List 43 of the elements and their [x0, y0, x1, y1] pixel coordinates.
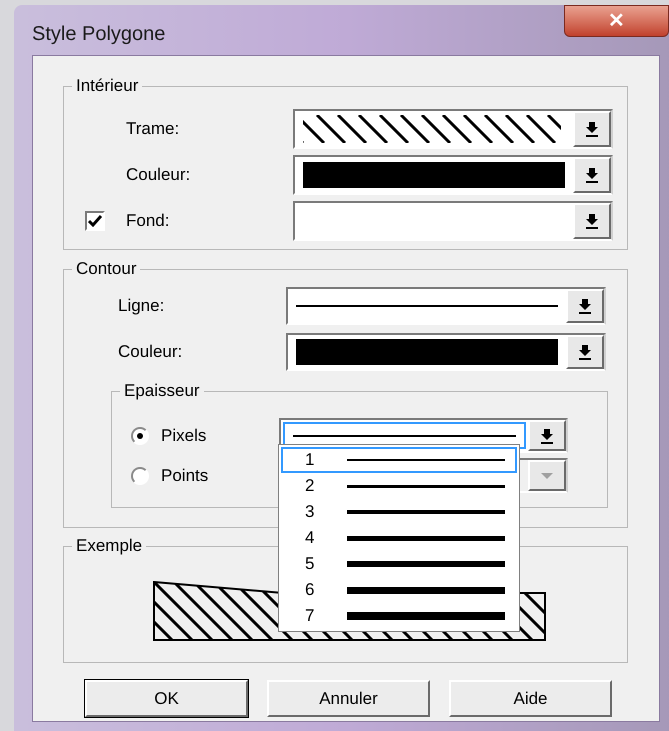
thickness-option[interactable]: 3 [281, 499, 517, 525]
dropdown-field[interactable] [293, 109, 613, 149]
option-label: Pixels [161, 424, 206, 447]
down-arrow-icon [585, 167, 599, 183]
group-legend: Contour [72, 259, 140, 279]
field-label: Fond: [126, 211, 170, 230]
dropdown-field[interactable] [293, 155, 613, 195]
down-arrow-icon [540, 428, 554, 444]
field-label: Couleur: [126, 165, 190, 184]
group-legend: Epaisseur [120, 381, 204, 401]
group-legend: Intérieur [72, 76, 142, 96]
checkbox[interactable] [85, 211, 105, 231]
window-title: Style Polygone [32, 22, 166, 47]
checkmark-icon [88, 215, 102, 227]
dialog-button[interactable]: Aide [449, 680, 612, 717]
dropdown-field[interactable] [293, 201, 613, 241]
dropdown-field[interactable] [286, 287, 606, 325]
dropdown-button[interactable] [528, 420, 566, 451]
field-label: Ligne: [118, 296, 164, 315]
down-arrow-icon [578, 344, 592, 360]
group-legend: Exemple [72, 536, 146, 556]
dialog-button[interactable]: Annuler [267, 680, 430, 717]
thickness-option[interactable]: 4 [281, 525, 517, 551]
dropdown-button[interactable] [573, 111, 611, 147]
caret-icon [539, 470, 555, 480]
down-arrow-icon [585, 121, 599, 137]
dropdown-button[interactable] [566, 289, 604, 323]
field-label: Trame: [126, 119, 180, 138]
dialog-button[interactable]: OK [85, 680, 248, 717]
thickness-option[interactable]: 6 [281, 577, 517, 603]
dropdown-button[interactable] [573, 157, 611, 193]
thickness-option[interactable]: 5 [281, 551, 517, 577]
down-arrow-icon [578, 298, 592, 314]
radio-button[interactable] [131, 426, 149, 444]
dropdown-field[interactable] [286, 333, 606, 371]
field-label: Couleur: [118, 342, 182, 361]
dropdown-button[interactable] [566, 335, 604, 369]
thickness-option[interactable]: 7 [281, 603, 517, 629]
thickness-option[interactable]: 1 [281, 447, 517, 473]
thickness-option[interactable]: 2 [281, 473, 517, 499]
dropdown-button[interactable] [573, 203, 611, 239]
down-arrow-icon [585, 213, 599, 229]
option-label: Points [161, 464, 208, 487]
